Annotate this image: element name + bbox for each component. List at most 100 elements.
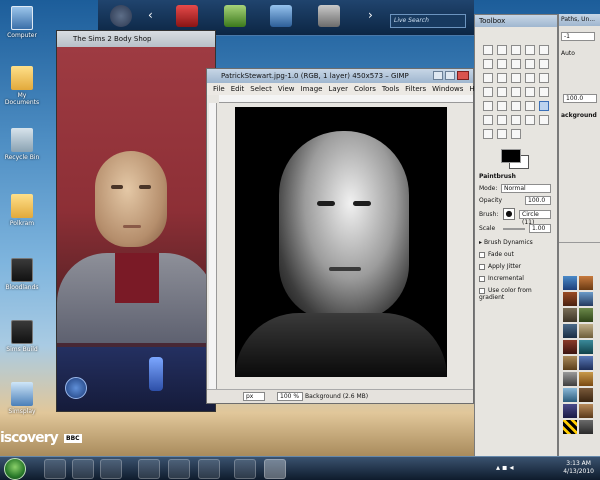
pattern-swatch[interactable] [579, 404, 593, 418]
pattern-swatch[interactable] [579, 308, 593, 322]
taskbar-hp-icon[interactable] [138, 459, 160, 479]
dodge-burn-tool-icon[interactable] [511, 129, 521, 139]
cage-tool-icon[interactable] [539, 87, 549, 97]
color-picker-tool-icon[interactable] [525, 59, 535, 69]
taskbar-media-icon[interactable] [100, 459, 122, 479]
pattern-swatch[interactable] [579, 420, 593, 434]
flip-tool-icon[interactable] [525, 87, 535, 97]
measure-tool-icon[interactable] [483, 73, 493, 83]
app-shortcut-icon[interactable] [318, 5, 340, 27]
blur-tool-icon[interactable] [497, 129, 507, 139]
scissors-tool-icon[interactable] [483, 59, 493, 69]
image-select[interactable]: -1 [561, 32, 595, 41]
crop-tool-icon[interactable] [525, 73, 535, 83]
desktop-icon-simsplay[interactable]: Simsplay [2, 382, 42, 415]
start-button[interactable] [4, 458, 26, 480]
pattern-swatch[interactable] [579, 276, 593, 290]
desktop-icon-bloodlands[interactable]: Bloodlands [2, 258, 42, 291]
pattern-swatch[interactable] [579, 372, 593, 386]
menu-colors[interactable]: Colors [354, 85, 376, 95]
brush-dynamics-expander[interactable]: ▸ Brush Dynamics [479, 239, 533, 246]
horizontal-ruler[interactable] [219, 95, 473, 103]
pattern-swatch[interactable] [563, 340, 577, 354]
shear-tool-icon[interactable] [497, 87, 507, 97]
pattern-swatch[interactable] [563, 404, 577, 418]
unit-select[interactable]: px [243, 392, 265, 401]
menu-image[interactable]: Image [301, 85, 323, 95]
use-gradient-checkbox[interactable]: Use color from gradient [479, 287, 557, 301]
tray-icons[interactable]: ▴▪◂ [496, 463, 515, 472]
desktop-icon-polkram[interactable]: Polkram [2, 194, 42, 227]
select-by-color-tool-icon[interactable] [539, 45, 549, 55]
sims-handle-control[interactable] [149, 357, 163, 391]
pattern-swatch[interactable] [579, 388, 593, 402]
gimp-image-window[interactable]: PatrickStewart.jpg-1.0 (RGB, 1 layer) 45… [206, 68, 485, 404]
app-shortcut-icon[interactable] [270, 5, 292, 27]
taskbar-window-icon[interactable] [198, 459, 220, 479]
menu-file[interactable]: File [213, 85, 225, 95]
rotate-tool-icon[interactable] [539, 73, 549, 83]
menu-select[interactable]: Select [250, 85, 272, 95]
app-shortcut-icon[interactable] [176, 5, 198, 27]
vertical-ruler[interactable] [209, 103, 217, 391]
pattern-swatch[interactable] [563, 420, 577, 434]
chevron-right-icon[interactable]: › [368, 8, 373, 22]
menu-tools[interactable]: Tools [382, 85, 399, 95]
fuzzy-select-tool-icon[interactable] [525, 45, 535, 55]
incremental-checkbox[interactable]: Incremental [479, 275, 524, 282]
taskbar-folder-icon[interactable] [72, 459, 94, 479]
foreground-color-swatch[interactable] [501, 149, 521, 163]
align-tool-icon[interactable] [511, 73, 521, 83]
menu-filters[interactable]: Filters [405, 85, 426, 95]
taskbar-check-icon[interactable] [168, 459, 190, 479]
desktop-icon-my-documents[interactable]: My Documents [2, 66, 42, 106]
menu-edit[interactable]: Edit [231, 85, 245, 95]
brush-preview[interactable]: ● [503, 208, 515, 220]
pencil-tool-icon[interactable] [525, 101, 535, 111]
scale-slider[interactable] [503, 228, 525, 230]
ink-tool-icon[interactable] [511, 115, 521, 125]
sims-menu-button[interactable] [65, 377, 87, 399]
pattern-swatch[interactable] [563, 372, 577, 386]
free-select-tool-icon[interactable] [511, 45, 521, 55]
fade-out-checkbox[interactable]: Fade out [479, 251, 514, 258]
sims-body-shop-window[interactable]: The Sims 2 Body Shop [56, 30, 216, 412]
system-clock[interactable]: 3:13 AM 4/13/2010 [563, 460, 594, 476]
paintbrush-tool-icon[interactable] [539, 101, 549, 111]
desktop-icon-recycle-bin[interactable]: Recycle Bin [2, 128, 42, 161]
pattern-swatch[interactable] [563, 356, 577, 370]
minimize-button[interactable] [433, 71, 443, 80]
chevron-left-icon[interactable]: ‹ [148, 8, 153, 22]
pattern-swatch[interactable] [579, 292, 593, 306]
text-tool-icon[interactable] [483, 101, 493, 111]
pattern-swatch[interactable] [579, 356, 593, 370]
foreground-select-tool-icon[interactable] [497, 59, 507, 69]
clone-tool-icon[interactable] [525, 115, 535, 125]
taskbar-explorer-icon[interactable] [44, 459, 66, 479]
ellipse-select-tool-icon[interactable] [497, 45, 507, 55]
pattern-swatch[interactable] [563, 292, 577, 306]
perspective-tool-icon[interactable] [511, 87, 521, 97]
close-button[interactable] [457, 71, 469, 80]
image-canvas[interactable] [235, 107, 447, 377]
layer-opacity-input[interactable]: 100.0 [563, 94, 597, 103]
scale-input[interactable]: 1.00 [529, 224, 551, 233]
pattern-swatch[interactable] [563, 308, 577, 322]
pattern-swatch[interactable] [563, 276, 577, 290]
menu-windows[interactable]: Windows [432, 85, 463, 95]
hp-icon[interactable] [110, 5, 132, 27]
sims-3d-viewport[interactable] [57, 47, 215, 411]
taskbar-gimp-icon[interactable] [264, 459, 286, 479]
opacity-input[interactable]: 100.0 [525, 196, 551, 205]
live-search-input[interactable]: Live Search [390, 14, 466, 28]
layer-name[interactable]: ackground [561, 112, 597, 119]
airbrush-tool-icon[interactable] [497, 115, 507, 125]
auto-button[interactable]: Auto [561, 50, 575, 57]
pattern-swatch[interactable] [563, 388, 577, 402]
gimp-toolbox[interactable]: Toolbox Paintbrush Mode: Normal Opacity … [474, 14, 558, 462]
maximize-button[interactable] [445, 71, 455, 80]
smudge-tool-icon[interactable] [483, 129, 493, 139]
pattern-swatch[interactable] [563, 324, 577, 338]
paths-tool-icon[interactable] [511, 59, 521, 69]
app-shortcut-icon[interactable] [224, 5, 246, 27]
